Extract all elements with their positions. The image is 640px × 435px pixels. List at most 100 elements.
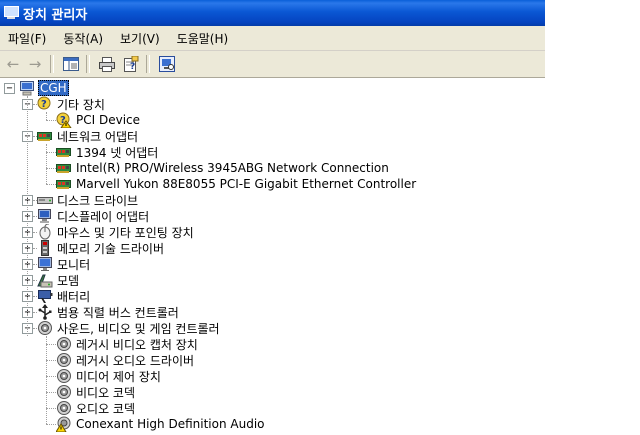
toolbar-separator xyxy=(50,55,54,73)
tree-connector xyxy=(46,144,47,184)
tree-category[interactable]: 마우스 및 기타 포인팅 장치 xyxy=(37,223,195,240)
device-tree[interactable]: CGH −? 기타 장치 −? PCI Device 네트워크 어댑터 −1394 넷 어댑… xyxy=(0,78,545,435)
device-manager-window: 장치 관리자 파일(F) 동작(A) 보기(V) 도움말(H) ← → ? CG… xyxy=(0,0,545,435)
tree-category-label: 디스플레이 어댑터 xyxy=(57,209,150,224)
display-adapter-icon xyxy=(37,208,53,224)
print-icon[interactable] xyxy=(96,53,118,75)
tree-connector xyxy=(33,264,37,265)
tree-device[interactable]: 1394 넷 어댑터 xyxy=(56,144,159,160)
tree-device[interactable]: Intel(R) PRO/Wireless 3945ABG Network Co… xyxy=(56,160,390,176)
tree-device-label: PCI Device xyxy=(76,113,141,127)
tree-device[interactable]: 오디오 코덱 xyxy=(56,400,136,416)
menu-view[interactable]: 보기(V) xyxy=(112,30,169,47)
tree-connector xyxy=(33,280,37,281)
tree-device-label: 비디오 코덱 xyxy=(76,385,136,400)
disk-drive-icon xyxy=(37,192,53,208)
menu-file[interactable]: 파일(F) xyxy=(0,30,55,47)
menu-help[interactable]: 도움말(H) xyxy=(169,30,238,47)
tree-connector xyxy=(46,360,56,361)
sound-icon xyxy=(56,336,72,352)
unknown-device-icon: ? xyxy=(37,96,53,112)
tree-connector xyxy=(33,232,37,233)
tree-device[interactable]: Marvell Yukon 88E8055 PCI-E Gigabit Ethe… xyxy=(56,176,417,192)
tree-connector xyxy=(33,104,37,105)
network-adapter-icon xyxy=(56,144,72,160)
tree-connector xyxy=(46,392,56,393)
tree-connector xyxy=(33,200,37,201)
sound-icon xyxy=(56,352,72,368)
tree-connector xyxy=(46,376,56,377)
modem-icon xyxy=(37,272,53,288)
tree-connector xyxy=(46,344,56,345)
tree-device-label: 레거시 오디오 드라이버 xyxy=(76,353,195,368)
tree-category[interactable]: 범용 직렬 버스 컨트롤러 xyxy=(37,304,180,320)
network-adapter-icon xyxy=(56,160,72,176)
svg-text:?: ? xyxy=(130,62,135,72)
tree-connector xyxy=(33,136,37,137)
tree-category[interactable]: 디스플레이 어댑터 xyxy=(37,208,150,224)
toolbar-separator xyxy=(146,55,150,73)
tree-device[interactable]: 레거시 오디오 드라이버 xyxy=(56,352,195,368)
tree-connector xyxy=(33,296,37,297)
properties-icon[interactable]: ? xyxy=(120,53,142,75)
tree-category[interactable]: 사운드, 비디오 및 게임 컨트롤러 xyxy=(37,320,221,336)
tree-root-label: CGH xyxy=(38,80,69,96)
tree-category-label: 범용 직렬 버스 컨트롤러 xyxy=(57,305,179,320)
tree-category[interactable]: 모뎀 xyxy=(37,272,80,288)
root-collapse-icon[interactable]: − xyxy=(4,83,15,94)
tree-device[interactable]: ? PCI Device xyxy=(56,112,141,129)
tree-category-label: 모뎀 xyxy=(57,273,80,288)
tree-category[interactable]: 모니터 xyxy=(37,256,91,272)
tree-device-label: 미디어 제어 장치 xyxy=(76,369,161,384)
toolbar: ← → ? xyxy=(0,51,545,78)
back-arrow-icon[interactable]: ← xyxy=(2,53,24,75)
svg-text:?: ? xyxy=(41,99,47,110)
tree-category[interactable]: ? 기타 장치 xyxy=(37,96,106,112)
network-adapter-icon xyxy=(37,128,53,144)
tree-category[interactable]: 메모리 기술 드라이버 xyxy=(37,240,165,256)
tree-device[interactable]: 미디어 제어 장치 xyxy=(56,368,162,384)
battery-icon xyxy=(37,288,53,304)
tree-device-label: Intel(R) PRO/Wireless 3945ABG Network Co… xyxy=(76,161,389,175)
tree-connector xyxy=(46,152,56,153)
tree-category-label: 네트워크 어댑터 xyxy=(57,129,139,144)
window-title: 장치 관리자 xyxy=(23,7,88,23)
tree-connector xyxy=(46,408,56,409)
tree-category-label: 마우스 및 기타 포인팅 장치 xyxy=(57,225,194,240)
usb-icon xyxy=(37,304,53,320)
tree-connector xyxy=(33,312,37,313)
tree-connector xyxy=(46,336,47,424)
menu-bar: 파일(F) 동작(A) 보기(V) 도움말(H) xyxy=(0,26,545,51)
show-hide-console-tree-icon[interactable] xyxy=(60,53,82,75)
scan-hardware-changes-icon[interactable] xyxy=(156,53,178,75)
tree-connector xyxy=(33,216,37,217)
tree-device[interactable]: 비디오 코덱 xyxy=(56,384,136,400)
warning-sound-icon xyxy=(55,416,72,433)
tree-category-label: 사운드, 비디오 및 게임 컨트롤러 xyxy=(57,321,220,336)
tree-connector xyxy=(46,184,56,185)
tree-category-label: 메모리 기술 드라이버 xyxy=(57,241,164,256)
tree-device[interactable]: 레거시 비디오 캡처 장치 xyxy=(56,336,199,352)
tree-device-label: Marvell Yukon 88E8055 PCI-E Gigabit Ethe… xyxy=(76,177,417,191)
forward-arrow-icon[interactable]: → xyxy=(24,53,46,75)
tree-connector xyxy=(33,248,37,249)
monitor-icon xyxy=(37,256,53,272)
tree-category[interactable]: 네트워크 어댑터 xyxy=(37,128,139,144)
warning-device-icon: ? xyxy=(56,112,72,129)
computer-icon xyxy=(3,6,19,20)
sound-icon xyxy=(56,384,72,400)
title-bar[interactable]: 장치 관리자 xyxy=(0,0,545,26)
tree-device-label: 레거시 비디오 캡처 장치 xyxy=(76,337,198,352)
tree-category[interactable]: 디스크 드라이브 xyxy=(37,192,139,208)
mouse-icon xyxy=(37,223,53,240)
sound-icon xyxy=(56,368,72,384)
sound-icon xyxy=(56,400,72,416)
tree-root[interactable]: CGH xyxy=(19,80,69,96)
tree-category-label: 기타 장치 xyxy=(57,97,105,112)
toolbar-separator xyxy=(86,55,90,73)
tree-device[interactable]: Conexant High Definition Audio xyxy=(55,416,266,433)
tree-category-label: 배터리 xyxy=(57,289,91,304)
tree-category[interactable]: 배터리 xyxy=(37,288,91,304)
menu-action[interactable]: 동작(A) xyxy=(55,30,112,47)
sound-icon xyxy=(37,320,53,336)
